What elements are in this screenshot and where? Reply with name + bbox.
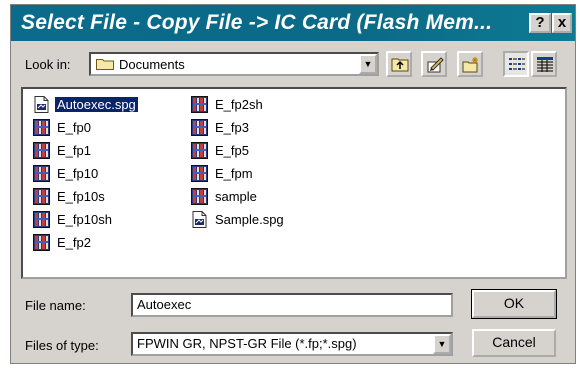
details-view-button[interactable]	[531, 51, 557, 77]
files-of-type-label: Files of type:	[25, 338, 99, 353]
fp-file-icon	[33, 234, 50, 251]
cancel-button-label: Cancel	[492, 334, 536, 350]
cancel-button[interactable]: Cancel	[472, 329, 556, 357]
list-view-button[interactable]	[503, 51, 529, 77]
file-item-label: E_fp5	[215, 143, 249, 158]
file-item-label: sample	[215, 189, 257, 204]
files-of-type-dropdown[interactable]: FPWIN GR, NPST-GR File (*.fp;*.spg) ▼	[131, 332, 453, 356]
fp-file-icon	[191, 142, 208, 159]
fp-file-icon	[33, 142, 50, 159]
file-item-label: E_fp10sh	[57, 212, 112, 227]
ok-button[interactable]: OK	[471, 289, 557, 319]
ok-button-label: OK	[503, 295, 525, 311]
new-folder-icon	[462, 57, 478, 73]
spg-file-icon	[192, 211, 207, 228]
desktop-button[interactable]	[421, 51, 447, 77]
file-item-label: E_fp1	[57, 143, 91, 158]
fp-file-icon	[33, 188, 50, 205]
look-in-dropdown-arrow[interactable]: ▼	[359, 54, 377, 74]
look-in-label-text: Look in:	[25, 57, 71, 72]
close-button[interactable]: x	[552, 13, 572, 33]
list-view-icon	[509, 58, 525, 70]
window-title: Select File - Copy File -> IC Card (Flas…	[21, 11, 493, 34]
file-item-label: E_fp0	[57, 120, 91, 135]
file-name-input[interactable]: Autoexec	[131, 293, 453, 317]
look-in-value: Documents	[119, 57, 185, 72]
file-item-label: Sample.spg	[215, 212, 284, 227]
file-item-label: E_fp2	[57, 235, 91, 250]
fp-file-icon	[191, 188, 208, 205]
fp-file-icon	[33, 211, 50, 228]
file-name-label: File name:	[25, 298, 86, 313]
files-of-type-label-text: Files of type:	[25, 338, 99, 353]
fp-file-icon	[191, 165, 208, 182]
file-item-label: E_fp10	[57, 166, 99, 181]
file-item-label: Autoexec.spg	[55, 97, 138, 112]
file-name-label-text: File name:	[25, 298, 86, 313]
file-item-label: E_fp3	[215, 120, 249, 135]
files-of-type-dropdown-arrow[interactable]: ▼	[433, 334, 451, 354]
file-item-label: E_fp10s	[57, 189, 105, 204]
details-view-icon	[537, 57, 553, 72]
file-dialog: Select File - Copy File -> IC Card (Flas…	[10, 4, 576, 364]
fp-file-icon	[33, 119, 50, 136]
desktop-icon	[427, 57, 444, 73]
file-list[interactable]: Autoexec.spg E_fp0 E_fp1 E_fp10 E_fp10s E_fp1…	[21, 87, 567, 279]
up-folder-icon	[391, 58, 409, 72]
spg-file-icon	[34, 96, 49, 113]
file-item-label: E_fpm	[215, 166, 253, 181]
help-button[interactable]: ?	[529, 13, 551, 33]
title-bar: Select File - Copy File -> IC Card (Flas…	[11, 5, 575, 41]
file-item-label: E_fp2sh	[215, 97, 263, 112]
files-of-type-value: FPWIN GR, NPST-GR File (*.fp;*.spg)	[137, 336, 357, 351]
fp-file-icon	[191, 119, 208, 136]
folder-icon	[96, 59, 114, 70]
up-one-level-button[interactable]	[386, 51, 412, 77]
new-folder-button[interactable]	[457, 51, 483, 77]
fp-file-icon	[33, 165, 50, 182]
look-in-label: Look in:	[25, 57, 71, 72]
look-in-dropdown[interactable]: Documents ▼	[89, 52, 379, 76]
fp-file-icon	[191, 96, 208, 113]
